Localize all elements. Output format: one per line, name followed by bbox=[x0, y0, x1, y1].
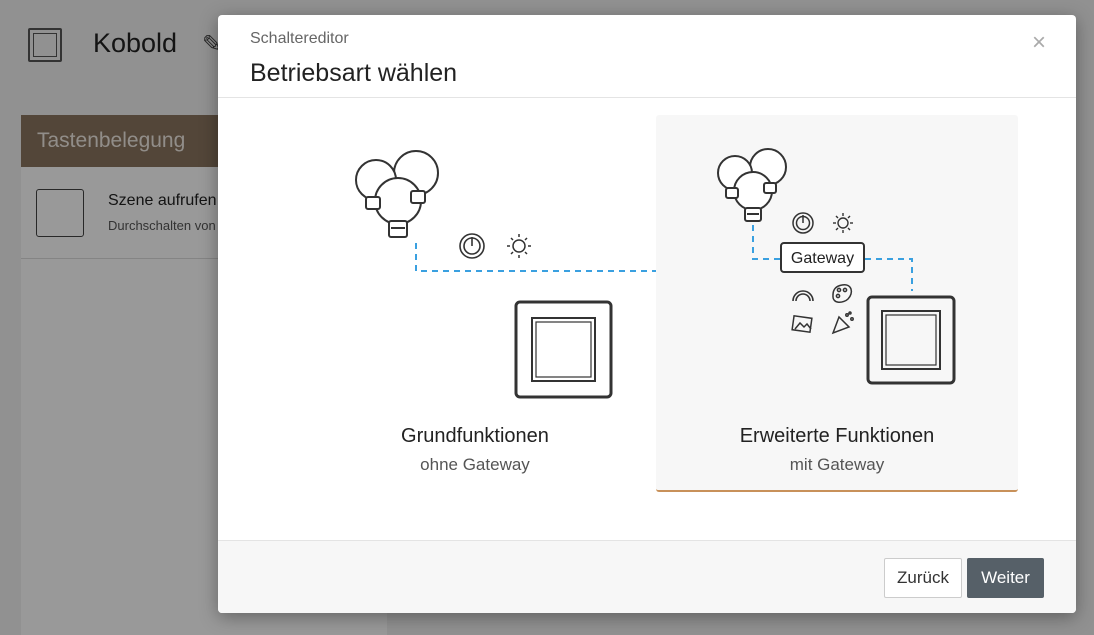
extended-illustration: Gateway bbox=[717, 148, 956, 385]
bulbs-icon bbox=[355, 150, 439, 238]
switch-icon bbox=[866, 295, 956, 385]
option-extended-functions[interactable]: Gateway Erweiterte Funktionen mit Gatewa… bbox=[656, 115, 1018, 492]
connector-line bbox=[865, 258, 913, 291]
option-title: Erweiterte Funktionen bbox=[739, 425, 935, 447]
palette-icon bbox=[832, 284, 853, 303]
brightness-icon bbox=[833, 213, 853, 233]
power-icon bbox=[792, 212, 814, 234]
dialog-kicker: Schaltereditor bbox=[250, 30, 349, 47]
option-subtitle: mit Gateway bbox=[789, 455, 885, 474]
dialog-title: Betriebsart wählen bbox=[250, 59, 458, 87]
color-temperature-icon bbox=[792, 290, 814, 302]
gateway-label: Gateway bbox=[791, 250, 854, 267]
switch-icon bbox=[514, 300, 613, 399]
connector-line bbox=[415, 243, 656, 272]
connector-line bbox=[752, 225, 780, 260]
party-icon bbox=[831, 311, 854, 335]
image-scene-icon bbox=[791, 314, 813, 334]
back-button[interactable]: Zurück bbox=[884, 558, 962, 598]
brightness-icon bbox=[507, 234, 531, 258]
power-icon bbox=[459, 233, 485, 259]
basic-illustration bbox=[355, 150, 656, 399]
option-basic-functions[interactable]: Grundfunktionen ohne Gateway bbox=[294, 115, 656, 492]
mode-select-dialog: Schaltereditor Betriebsart wählen × Grun… bbox=[218, 15, 1076, 613]
dialog-footer: Zurück Weiter bbox=[218, 540, 1076, 613]
bulbs-icon bbox=[717, 148, 787, 222]
option-title: Grundfunktionen bbox=[401, 425, 549, 447]
next-button[interactable]: Weiter bbox=[967, 558, 1044, 598]
dialog-header: Schaltereditor Betriebsart wählen × bbox=[218, 15, 1076, 98]
option-subtitle: ohne Gateway bbox=[420, 455, 530, 474]
close-icon[interactable]: × bbox=[1032, 29, 1046, 57]
